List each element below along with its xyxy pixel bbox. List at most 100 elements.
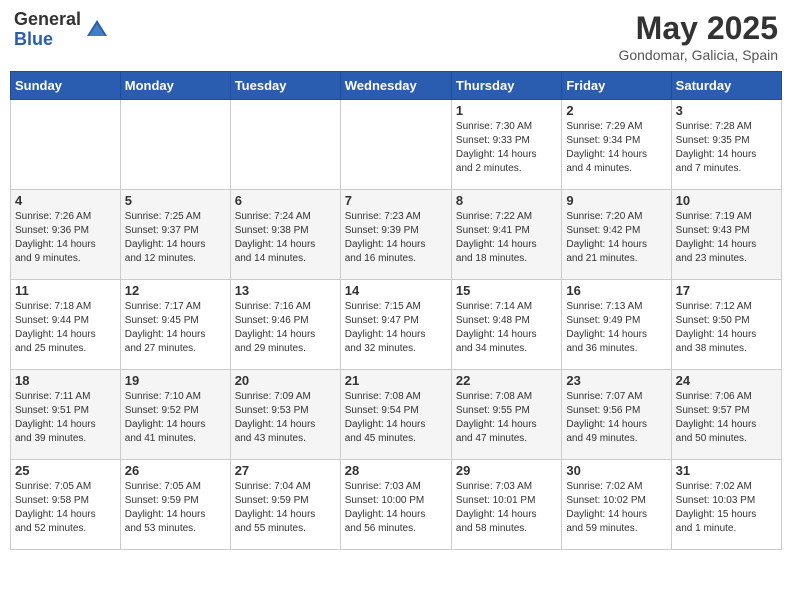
- day-info: Sunrise: 7:11 AM Sunset: 9:51 PM Dayligh…: [15, 390, 116, 446]
- calendar-cell: 9Sunrise: 7:20 AM Sunset: 9:42 PM Daylig…: [562, 190, 671, 280]
- day-info: Sunrise: 7:28 AM Sunset: 9:35 PM Dayligh…: [676, 120, 777, 176]
- calendar-cell: 28Sunrise: 7:03 AM Sunset: 10:00 PM Dayl…: [340, 460, 451, 550]
- day-info: Sunrise: 7:15 AM Sunset: 9:47 PM Dayligh…: [345, 300, 447, 356]
- calendar-row: 11Sunrise: 7:18 AM Sunset: 9:44 PM Dayli…: [11, 280, 782, 370]
- calendar-cell: 1 Sunrise: 7:30 AM Sunset: 9:33 PM Daylig…: [451, 100, 561, 190]
- calendar-cell: 22Sunrise: 7:08 AM Sunset: 9:55 PM Dayli…: [451, 370, 561, 460]
- day-info: Sunrise: 7:26 AM Sunset: 9:36 PM Dayligh…: [15, 210, 116, 266]
- day-info: Sunrise: 7:08 AM Sunset: 9:54 PM Dayligh…: [345, 390, 447, 446]
- day-number: 2: [566, 103, 666, 118]
- day-info: Sunrise: 7:20 AM Sunset: 9:42 PM Dayligh…: [566, 210, 666, 266]
- calendar-cell: [340, 100, 451, 190]
- day-number: 30: [566, 463, 666, 478]
- day-info: Sunrise: 7:05 AM Sunset: 9:59 PM Dayligh…: [125, 480, 226, 536]
- calendar-body: 1 Sunrise: 7:30 AM Sunset: 9:33 PM Daylig…: [11, 100, 782, 550]
- day-number: 4: [15, 193, 116, 208]
- day-number: 16: [566, 283, 666, 298]
- day-info: Sunrise: 7:06 AM Sunset: 9:57 PM Dayligh…: [676, 390, 777, 446]
- day-number: 3: [676, 103, 777, 118]
- day-number: 5: [125, 193, 226, 208]
- day-number: 13: [235, 283, 336, 298]
- logo-general-text: General: [14, 10, 81, 30]
- calendar-cell: 5 Sunrise: 7:25 AM Sunset: 9:37 PM Daylig…: [120, 190, 230, 280]
- day-info: Sunrise: 7:17 AM Sunset: 9:45 PM Dayligh…: [125, 300, 226, 356]
- calendar-row: 4 Sunrise: 7:26 AM Sunset: 9:36 PM Daylig…: [11, 190, 782, 280]
- calendar-row: 18 Sunrise: 7:11 AM Sunset: 9:51 PM Dayli…: [11, 370, 782, 460]
- day-info: Sunrise: 7:05 AM Sunset: 9:58 PM Dayligh…: [15, 480, 116, 536]
- day-number: 26: [125, 463, 226, 478]
- calendar-cell: 8Sunrise: 7:22 AM Sunset: 9:41 PM Daylig…: [451, 190, 561, 280]
- day-info: Sunrise: 7:14 AM Sunset: 9:48 PM Dayligh…: [456, 300, 557, 356]
- calendar-cell: 16Sunrise: 7:13 AM Sunset: 9:49 PM Dayli…: [562, 280, 671, 370]
- day-number: 1: [456, 103, 557, 118]
- day-number: 29: [456, 463, 557, 478]
- day-info: Sunrise: 7:09 AM Sunset: 9:53 PM Dayligh…: [235, 390, 336, 446]
- calendar-header-cell: Saturday: [671, 72, 781, 100]
- logo-blue-text: Blue: [14, 30, 81, 50]
- calendar-cell: 27 Sunrise: 7:04 AM Sunset: 9:59 PM Dayli…: [230, 460, 340, 550]
- day-number: 12: [125, 283, 226, 298]
- logo-icon: [83, 16, 111, 44]
- day-info: Sunrise: 7:18 AM Sunset: 9:44 PM Dayligh…: [15, 300, 116, 356]
- calendar-cell: 23 Sunrise: 7:07 AM Sunset: 9:56 PM Dayli…: [562, 370, 671, 460]
- day-info: Sunrise: 7:23 AM Sunset: 9:39 PM Dayligh…: [345, 210, 447, 266]
- calendar-cell: 7 Sunrise: 7:23 AM Sunset: 9:39 PM Daylig…: [340, 190, 451, 280]
- day-number: 25: [15, 463, 116, 478]
- calendar-cell: 4 Sunrise: 7:26 AM Sunset: 9:36 PM Daylig…: [11, 190, 121, 280]
- day-number: 24: [676, 373, 777, 388]
- calendar-header-cell: Friday: [562, 72, 671, 100]
- calendar-cell: [11, 100, 121, 190]
- subtitle: Gondomar, Galicia, Spain: [618, 47, 778, 63]
- day-info: Sunrise: 7:30 AM Sunset: 9:33 PM Dayligh…: [456, 120, 557, 176]
- calendar-cell: 25 Sunrise: 7:05 AM Sunset: 9:58 PM Dayli…: [11, 460, 121, 550]
- day-number: 8: [456, 193, 557, 208]
- page-header: General Blue May 2025 Gondomar, Galicia,…: [10, 10, 782, 63]
- day-number: 7: [345, 193, 447, 208]
- calendar-row: 1 Sunrise: 7:30 AM Sunset: 9:33 PM Daylig…: [11, 100, 782, 190]
- calendar-cell: 29Sunrise: 7:03 AM Sunset: 10:01 PM Dayl…: [451, 460, 561, 550]
- day-info: Sunrise: 7:07 AM Sunset: 9:56 PM Dayligh…: [566, 390, 666, 446]
- calendar-cell: 14 Sunrise: 7:15 AM Sunset: 9:47 PM Dayli…: [340, 280, 451, 370]
- day-info: Sunrise: 7:16 AM Sunset: 9:46 PM Dayligh…: [235, 300, 336, 356]
- calendar-cell: 26 Sunrise: 7:05 AM Sunset: 9:59 PM Dayli…: [120, 460, 230, 550]
- day-number: 19: [125, 373, 226, 388]
- day-info: Sunrise: 7:04 AM Sunset: 9:59 PM Dayligh…: [235, 480, 336, 536]
- day-info: Sunrise: 7:08 AM Sunset: 9:55 PM Dayligh…: [456, 390, 557, 446]
- calendar-cell: 6Sunrise: 7:24 AM Sunset: 9:38 PM Daylig…: [230, 190, 340, 280]
- day-info: Sunrise: 7:03 AM Sunset: 10:00 PM Daylig…: [345, 480, 447, 536]
- calendar-cell: 24 Sunrise: 7:06 AM Sunset: 9:57 PM Dayli…: [671, 370, 781, 460]
- calendar-cell: 31 Sunrise: 7:02 AM Sunset: 10:03 PM Dayl…: [671, 460, 781, 550]
- day-number: 18: [15, 373, 116, 388]
- day-number: 10: [676, 193, 777, 208]
- calendar-cell: 11Sunrise: 7:18 AM Sunset: 9:44 PM Dayli…: [11, 280, 121, 370]
- title-block: May 2025 Gondomar, Galicia, Spain: [618, 10, 778, 63]
- calendar-header-cell: Monday: [120, 72, 230, 100]
- calendar-cell: 18 Sunrise: 7:11 AM Sunset: 9:51 PM Dayli…: [11, 370, 121, 460]
- calendar-cell: 10 Sunrise: 7:19 AM Sunset: 9:43 PM Dayli…: [671, 190, 781, 280]
- day-number: 17: [676, 283, 777, 298]
- day-number: 21: [345, 373, 447, 388]
- calendar-cell: [120, 100, 230, 190]
- calendar-cell: [230, 100, 340, 190]
- calendar-header-cell: Wednesday: [340, 72, 451, 100]
- calendar-header-row: SundayMondayTuesdayWednesdayThursdayFrid…: [11, 72, 782, 100]
- day-info: Sunrise: 7:02 AM Sunset: 10:03 PM Daylig…: [676, 480, 777, 536]
- calendar-cell: 2 Sunrise: 7:29 AM Sunset: 9:34 PM Daylig…: [562, 100, 671, 190]
- calendar-cell: 17Sunrise: 7:12 AM Sunset: 9:50 PM Dayli…: [671, 280, 781, 370]
- calendar-cell: 12 Sunrise: 7:17 AM Sunset: 9:45 PM Dayli…: [120, 280, 230, 370]
- day-info: Sunrise: 7:02 AM Sunset: 10:02 PM Daylig…: [566, 480, 666, 536]
- day-number: 23: [566, 373, 666, 388]
- day-number: 14: [345, 283, 447, 298]
- day-number: 27: [235, 463, 336, 478]
- calendar-header-cell: Sunday: [11, 72, 121, 100]
- day-info: Sunrise: 7:10 AM Sunset: 9:52 PM Dayligh…: [125, 390, 226, 446]
- calendar-cell: 19 Sunrise: 7:10 AM Sunset: 9:52 PM Dayli…: [120, 370, 230, 460]
- day-number: 20: [235, 373, 336, 388]
- calendar-cell: 13 Sunrise: 7:16 AM Sunset: 9:46 PM Dayli…: [230, 280, 340, 370]
- day-info: Sunrise: 7:19 AM Sunset: 9:43 PM Dayligh…: [676, 210, 777, 266]
- calendar-header-cell: Tuesday: [230, 72, 340, 100]
- day-number: 31: [676, 463, 777, 478]
- calendar-cell: 20 Sunrise: 7:09 AM Sunset: 9:53 PM Dayli…: [230, 370, 340, 460]
- day-info: Sunrise: 7:29 AM Sunset: 9:34 PM Dayligh…: [566, 120, 666, 176]
- day-info: Sunrise: 7:25 AM Sunset: 9:37 PM Dayligh…: [125, 210, 226, 266]
